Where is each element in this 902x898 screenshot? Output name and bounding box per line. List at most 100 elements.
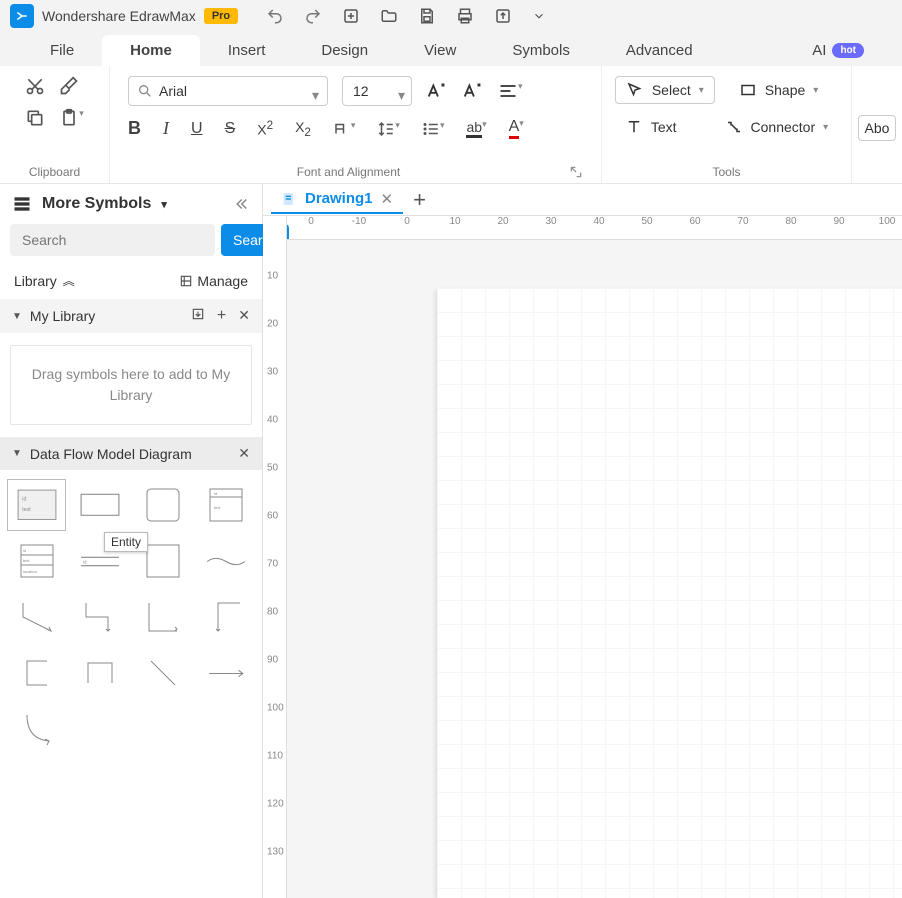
dialog-launcher-icon[interactable] [569, 165, 583, 179]
svg-text:text: text [214, 505, 221, 510]
align-dropdown-icon[interactable]: ▾ [498, 81, 523, 101]
import-icon[interactable] [191, 307, 205, 325]
my-library-dropzone[interactable]: Drag symbols here to add to My Library [10, 345, 252, 425]
font-color-icon[interactable]: A▾ [509, 118, 524, 139]
font-name-select[interactable]: Arial ▾ [128, 76, 328, 106]
stencil-connector[interactable] [134, 592, 191, 642]
category-header[interactable]: ▼ Data Flow Model Diagram ✕ [0, 437, 262, 470]
plus-icon[interactable]: + [217, 307, 226, 325]
workarea: More Symbols ▾ Search Library ︽ Manage ▼… [0, 184, 902, 898]
italic-icon[interactable]: I [163, 118, 169, 139]
stencil-connector[interactable] [197, 648, 254, 698]
stencil-shape[interactable] [71, 480, 128, 530]
menu-view[interactable]: View [396, 35, 484, 66]
strikethrough-icon[interactable]: S [225, 120, 236, 138]
connector-tool-button[interactable]: Connector ▾ [715, 114, 839, 140]
stencil-grid: Entity idtext idtext idtextlocation id [0, 470, 262, 764]
new-icon[interactable] [342, 7, 360, 25]
page[interactable] [437, 288, 902, 898]
underline-icon[interactable]: U [191, 120, 203, 138]
tooltip: Entity [104, 532, 148, 552]
font-size-select[interactable]: 12 ▾ [342, 76, 412, 106]
text-label: Text [651, 119, 677, 135]
stencil-connector[interactable] [8, 648, 65, 698]
chevron-down-icon: ▾ [813, 85, 818, 96]
print-icon[interactable] [456, 7, 474, 25]
titlebar: Wondershare EdrawMax Pro [0, 0, 902, 32]
grow-font-icon[interactable] [426, 80, 448, 102]
menu-advanced[interactable]: Advanced [598, 35, 721, 66]
stencil-connector[interactable] [8, 704, 65, 754]
search-input[interactable] [10, 224, 215, 256]
close-icon[interactable]: ✕ [238, 445, 250, 462]
chevron-down-icon: ▾ [312, 87, 319, 104]
sidebar-title[interactable]: More Symbols [42, 195, 151, 213]
ruler-mark: 90 [815, 216, 863, 239]
stencil-connector[interactable] [71, 648, 128, 698]
select-tool-button[interactable]: Select ▾ [615, 76, 715, 104]
library-label[interactable]: Library [14, 273, 57, 289]
svg-text:text: text [22, 507, 31, 513]
shrink-font-icon[interactable] [462, 80, 484, 102]
highlight-icon[interactable]: ab▾ [466, 119, 486, 138]
stencil-connector[interactable] [197, 536, 254, 586]
document-tab[interactable]: Drawing1 ✕ [271, 186, 403, 214]
tools-group-label: Tools [712, 165, 740, 179]
stencil-connector[interactable] [8, 592, 65, 642]
paste-icon[interactable]: ▾ [59, 108, 84, 128]
stencil-shape[interactable]: idtext [197, 480, 254, 530]
line-spacing-icon[interactable]: ▾ [377, 120, 400, 138]
redo-icon[interactable] [304, 7, 322, 25]
subscript-icon[interactable]: X2 [295, 119, 311, 139]
svg-text:id: id [83, 559, 87, 564]
open-icon[interactable] [380, 7, 398, 25]
stencil-connector[interactable] [197, 592, 254, 642]
stencil-connector[interactable] [71, 592, 128, 642]
ruler-mark: 40 [267, 415, 278, 426]
bullets-icon[interactable]: ▾ [422, 120, 445, 138]
export-icon[interactable] [494, 7, 512, 25]
stencil-shape[interactable] [134, 480, 191, 530]
stencil-connector[interactable] [134, 648, 191, 698]
shape-tool-button[interactable]: Shape ▾ [729, 77, 829, 103]
my-library-title: My Library [30, 308, 95, 324]
sidebar-search-row: Search [0, 224, 262, 266]
ruler-canvas: 10 20 30 40 50 60 70 80 90 100 110 120 1… [263, 216, 902, 898]
save-icon[interactable] [418, 7, 436, 25]
undo-icon[interactable] [266, 7, 284, 25]
menu-ai[interactable]: AI hot [784, 35, 892, 66]
add-tab-button[interactable]: + [413, 187, 426, 213]
menu-home[interactable]: Home [102, 35, 200, 66]
close-icon[interactable]: ✕ [238, 307, 250, 325]
svg-text:id: id [22, 497, 26, 503]
ruler-mark: 60 [267, 511, 278, 522]
stencil-shape[interactable]: id text [8, 480, 65, 530]
ribbon: ▾ Clipboard Arial ▾ 12 ▾ ▾ [0, 66, 902, 184]
ruler-mark: 120 [267, 799, 284, 810]
close-tab-icon[interactable]: ✕ [381, 190, 394, 208]
cut-icon[interactable] [25, 76, 45, 96]
menu-file[interactable]: File [22, 35, 102, 66]
about-button[interactable]: Abo [858, 115, 897, 141]
ruler-mark: 110 [267, 751, 283, 762]
clipboard-label: Clipboard [29, 165, 80, 179]
more-icon[interactable] [532, 9, 546, 23]
text-tool-button[interactable]: Text [615, 114, 687, 140]
copy-icon[interactable] [25, 108, 45, 128]
svg-text:id: id [23, 548, 26, 553]
svg-text:text: text [23, 558, 30, 563]
manage-button[interactable]: Manage [179, 273, 248, 289]
format-painter-icon[interactable] [59, 76, 79, 96]
bold-icon[interactable]: B [128, 118, 141, 139]
menu-insert[interactable]: Insert [200, 35, 294, 66]
menu-design[interactable]: Design [293, 35, 396, 66]
hot-badge: hot [832, 43, 864, 58]
text-case-icon[interactable]: ▾ [333, 120, 356, 138]
canvas[interactable] [287, 240, 902, 898]
superscript-icon[interactable]: X2 [257, 119, 273, 138]
my-library-header[interactable]: ▼ My Library + ✕ [0, 299, 262, 333]
menu-symbols[interactable]: Symbols [484, 35, 598, 66]
collapse-sidebar-icon[interactable] [232, 195, 250, 213]
stencil-shape[interactable]: idtextlocation [8, 536, 65, 586]
ribbon-font-group: Arial ▾ 12 ▾ ▾ B I U S X2 X2 ▾ ▾ [110, 66, 602, 183]
